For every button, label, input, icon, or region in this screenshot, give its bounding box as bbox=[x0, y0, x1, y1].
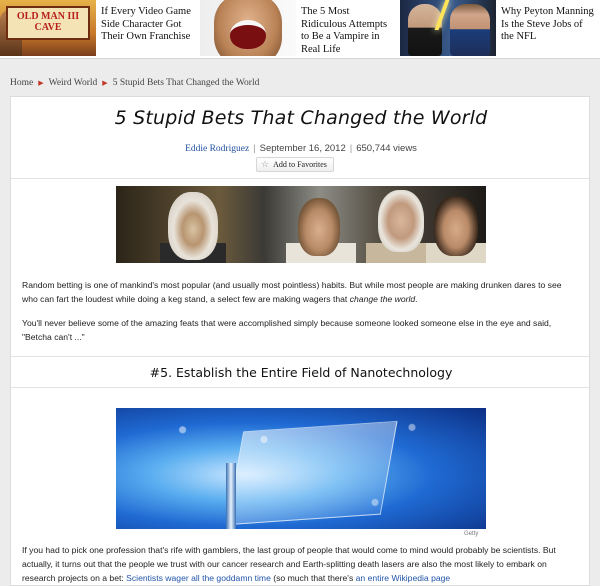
promo-item-peyton-manning[interactable]: Why Peyton Manning Is the Steve Jobs of … bbox=[400, 0, 600, 58]
section-heading: #5. Establish the Entire Field of Nanote… bbox=[149, 365, 453, 380]
promo-title-link[interactable]: Why Peyton Manning Is the Steve Jobs of … bbox=[496, 0, 600, 44]
article-card: 5 Stupid Bets That Changed the World Edd… bbox=[10, 96, 590, 586]
meta-divider: | bbox=[253, 143, 256, 154]
intro-paragraph-2: You'll never believe some of the amazing… bbox=[22, 318, 552, 342]
article-hero-image bbox=[116, 186, 486, 263]
promo-title-link[interactable]: If Every Video Game Side Character Got T… bbox=[96, 0, 200, 44]
graphene-sheet-graphic bbox=[226, 420, 398, 526]
divider bbox=[11, 387, 589, 388]
breadcrumb-arrow-icon: ▶ bbox=[102, 79, 108, 87]
star-icon: ☆ bbox=[261, 159, 270, 169]
intro-emphasis: change the world bbox=[349, 294, 416, 304]
portrait-head bbox=[378, 190, 424, 252]
person-photo bbox=[450, 4, 490, 56]
view-count: 650,744 views bbox=[356, 143, 417, 154]
intro-text-end: . bbox=[415, 294, 418, 304]
breadcrumb-category-link[interactable]: Weird World bbox=[49, 78, 98, 88]
publish-date: September 16, 2012 bbox=[259, 143, 346, 154]
body-paragraph: If you had to pick one profession that's… bbox=[22, 543, 578, 585]
nanotechnology-image bbox=[116, 408, 486, 529]
intro-paragraph: Random betting is one of mankind's most … bbox=[22, 278, 578, 306]
article-meta: Eddie Rodriguez | September 16, 2012 | 650,7… bbox=[11, 143, 591, 154]
add-to-favorites-label: Add to Favorites bbox=[273, 160, 327, 169]
add-to-favorites-button[interactable]: ☆ Add to Favorites bbox=[256, 157, 334, 172]
breadcrumb: Home ▶ Weird World ▶ 5 Stupid Bets That … bbox=[10, 78, 259, 88]
promo-thumbnail[interactable]: OLD MAN III CAVE bbox=[0, 0, 96, 56]
promo-thumbnail[interactable] bbox=[400, 0, 496, 56]
author-link[interactable]: Eddie Rodriguez bbox=[185, 144, 249, 154]
person-photo bbox=[408, 4, 442, 56]
portrait-head bbox=[168, 192, 218, 260]
promo-title-link[interactable]: The 5 Most Ridiculous Attempts to Be a V… bbox=[296, 0, 400, 56]
divider bbox=[11, 178, 589, 179]
thumbnail-sign-text: OLD MAN III CAVE bbox=[6, 6, 90, 40]
promo-item-side-character[interactable]: OLD MAN III CAVE If Every Video Game Sid… bbox=[0, 0, 200, 58]
intro-text: Random betting is one of mankind's most … bbox=[22, 280, 562, 304]
promo-item-vampire[interactable]: The 5 Most Ridiculous Attempts to Be a V… bbox=[200, 0, 400, 58]
breadcrumb-arrow-icon: ▶ bbox=[38, 79, 44, 87]
article-title: 5 Stupid Bets That Changed the World bbox=[114, 107, 488, 129]
portrait-head bbox=[434, 196, 478, 256]
breadcrumb-current-page[interactable]: 5 Stupid Bets That Changed the World bbox=[113, 78, 260, 88]
related-articles-strip: OLD MAN III CAVE If Every Video Game Sid… bbox=[0, 0, 600, 59]
divider bbox=[11, 356, 589, 357]
fangs-mouth-image bbox=[230, 20, 266, 49]
breadcrumb-home-link[interactable]: Home bbox=[10, 78, 33, 88]
portrait-head bbox=[298, 198, 340, 256]
nanotube-graphic bbox=[226, 463, 236, 529]
image-credit: Getty bbox=[464, 531, 479, 537]
promo-thumbnail[interactable] bbox=[200, 0, 296, 56]
meta-divider: | bbox=[349, 143, 353, 154]
